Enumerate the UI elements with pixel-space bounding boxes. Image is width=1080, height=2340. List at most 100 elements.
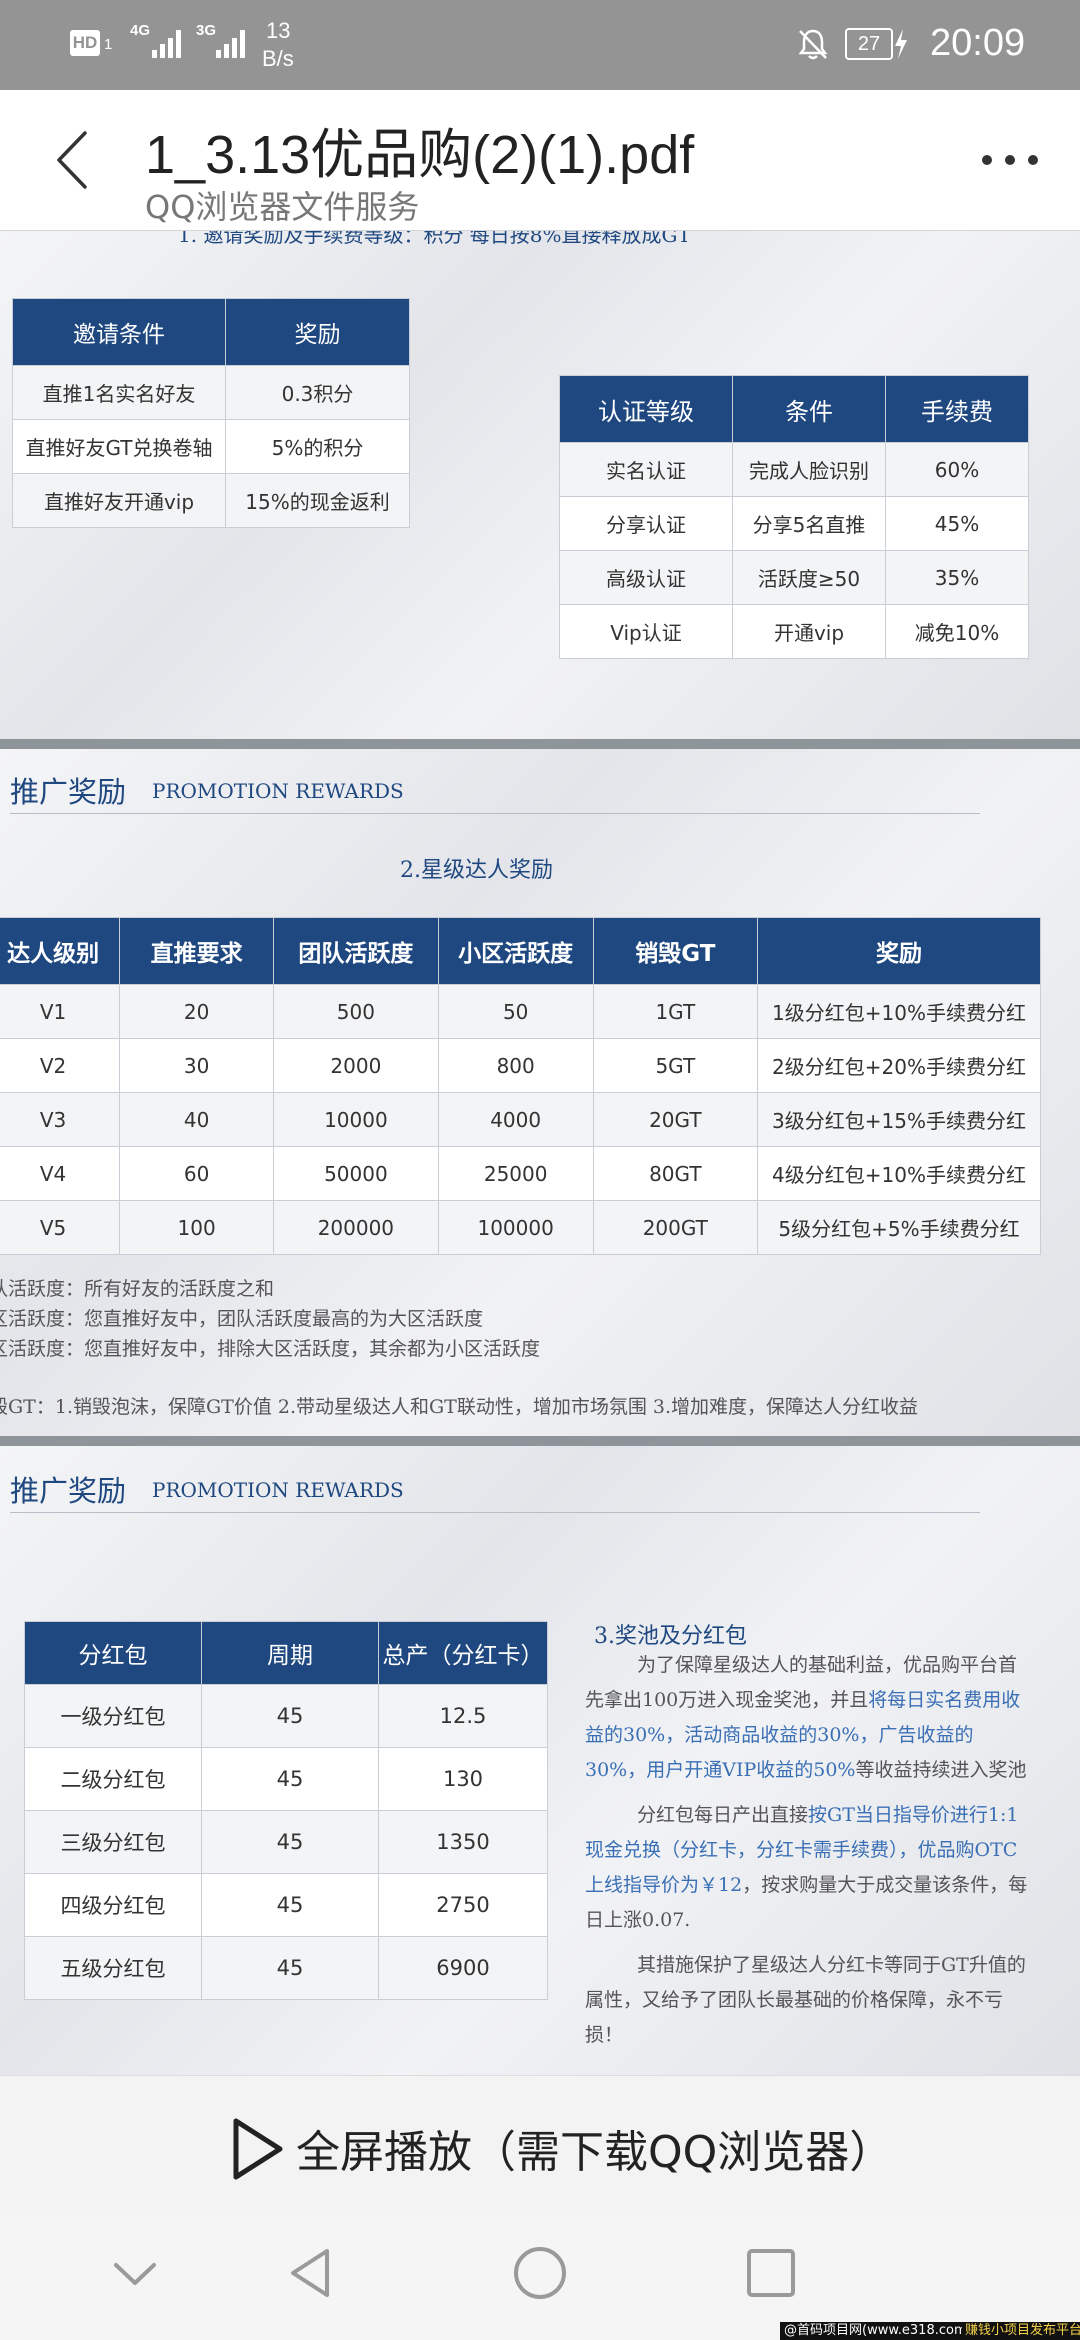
bonus-row: 二级分红包 45 130 <box>24 1747 548 1811</box>
invite-row: 直推好友开通vip 15%的现金返利 <box>12 473 410 528</box>
cert-row-cell: 60% <box>885 442 1029 497</box>
pdf-page-2: 推广奖励 PROMOTION REWARDS 2.星级达人奖励 达人级别 直推要求… <box>0 749 1080 1436</box>
section-underline <box>10 813 980 814</box>
star-row: V1 20 500 50 1GT 1级分红包+10%手续费分红 <box>0 984 1042 1039</box>
bonus-row: 一级分红包 45 12.5 <box>24 1684 548 1748</box>
star-row: V4 60 50000 25000 80GT 4级分红包+10%手续费分红 <box>0 1146 1042 1201</box>
fullscreen-play-label: 全屏播放（需下载QQ浏览器） <box>296 2127 894 2178</box>
app-header: 1_3.13优品购(2)(1).pdf QQ浏览器文件服务 <box>0 90 1080 231</box>
bonus-row-cell: 45 <box>201 1810 379 1874</box>
activity-note: 团队活跃度：所有好友的活跃度之和 <box>0 1278 275 1300</box>
invite-row-cell: 15%的现金返利 <box>225 473 410 528</box>
signal-bars-icon-2 <box>214 26 248 64</box>
invite-header-reward: 奖励 <box>225 298 410 366</box>
star-row-cell: 2000 <box>273 1038 439 1093</box>
bonus-row-cell: 45 <box>201 1684 379 1748</box>
star-row-cell: 25000 <box>437 1146 594 1201</box>
bonus-row-cell: 四级分红包 <box>24 1873 202 1937</box>
hd-indicator: HD <box>70 30 100 56</box>
nav-recents-button[interactable] <box>745 2247 797 2303</box>
star-row-cell: 1GT <box>592 984 758 1039</box>
bonus-row-cell: 6900 <box>378 1936 548 2000</box>
bonus-row: 五级分红包 45 6900 <box>24 1936 548 2000</box>
star-row-cell: 20GT <box>592 1092 758 1147</box>
section-title-en: PROMOTION REWARDS <box>152 779 404 803</box>
star-row-cell: 80GT <box>592 1146 758 1201</box>
star-header-cell: 小区活跃度 <box>437 917 594 985</box>
section-title-cn: 推广奖励 <box>10 775 127 809</box>
page-separator-2 <box>0 1436 1080 1446</box>
star-row-cell: 100 <box>119 1200 275 1255</box>
star-row-cell: V4 <box>0 1146 121 1201</box>
star-row-cell: V1 <box>0 984 121 1039</box>
cert-row-cell: Vip认证 <box>559 604 733 659</box>
invite-row-cell: 0.3积分 <box>225 365 410 420</box>
cert-row-cell: 开通vip <box>732 604 886 659</box>
bonus-header-output: 总产（分红卡） <box>378 1621 548 1685</box>
battery-icon: 27 <box>845 28 893 60</box>
pool-paragraph-1: 为了保障星级达人的基础利益，优品购平台首先拿出100万进入现金奖池，并且将每日实… <box>585 1648 1030 1788</box>
invite-row-cell: 直推好友GT兑换卷轴 <box>12 419 226 474</box>
star-row-cell: 5GT <box>592 1038 758 1093</box>
back-button[interactable] <box>45 125 105 195</box>
star-row-cell: 1级分红包+10%手续费分红 <box>756 984 1042 1039</box>
bonus-row-cell: 130 <box>378 1747 548 1811</box>
more-options-button[interactable] <box>975 145 1045 175</box>
signal-3g-label: 3G <box>196 22 217 39</box>
cert-row: 高级认证 活跃度≥50 35% <box>559 550 1029 605</box>
bonus-row: 三级分红包 45 1350 <box>24 1810 548 1874</box>
star-row-cell: 500 <box>273 984 439 1039</box>
star-header-cell: 销毁GT <box>592 917 758 985</box>
cert-row-cell: 分享5名直推 <box>732 496 886 551</box>
document-title: 1_3.13优品购(2)(1).pdf <box>145 125 695 185</box>
bonus-header-package: 分红包 <box>24 1621 202 1685</box>
pdf-page-1: 1. 邀请奖励及手续费等级：积分 每日按8%直接释放成GT 邀请条件 奖励 直推… <box>0 231 1080 739</box>
net-speed-value: 13 <box>266 18 291 43</box>
section-title-en-2: PROMOTION REWARDS <box>152 1478 404 1502</box>
invite-table: 邀请条件 奖励 直推1名实名好友 0.3积分 直推好友GT兑换卷轴 5%的积分 直推好友… <box>12 298 410 528</box>
play-icon <box>228 2116 288 2186</box>
invite-row: 直推好友GT兑换卷轴 5%的积分 <box>12 419 410 474</box>
status-bar: HD 1 4G 3G 13 B/s 27 20:09 <box>0 0 1080 90</box>
destroy-note: 销毁GT：1.销毁泡沫，保障GT价值 2.带动星级达人和GT联动性，增加市场氛围… <box>0 1396 919 1418</box>
collapse-chevron-icon[interactable] <box>110 2255 160 2299</box>
star-row-cell: 5级分红包+5%手续费分红 <box>756 1200 1042 1255</box>
star-row-cell: 800 <box>437 1038 594 1093</box>
cert-row-cell: 减免10% <box>885 604 1029 659</box>
star-row: V2 30 2000 800 5GT 2级分红包+20%手续费分红 <box>0 1038 1042 1093</box>
star-row-cell: V2 <box>0 1038 121 1093</box>
invite-row-cell: 直推好友开通vip <box>12 473 226 528</box>
bonus-row-cell: 12.5 <box>378 1684 548 1748</box>
mute-bell-icon <box>795 26 831 66</box>
nav-back-button[interactable] <box>285 2245 335 2305</box>
charging-icon <box>893 28 909 64</box>
pool-p1-c: 等收益持续进入奖池 <box>855 1759 1027 1781</box>
star-row-cell: 60 <box>119 1146 275 1201</box>
cert-header-condition: 条件 <box>732 375 886 443</box>
star-row-cell: 4级分红包+10%手续费分红 <box>756 1146 1042 1201</box>
star-row-cell: 30 <box>119 1038 275 1093</box>
nav-home-button[interactable] <box>512 2245 568 2305</box>
cert-row: Vip认证 开通vip 减免10% <box>559 604 1029 659</box>
cert-row-cell: 实名认证 <box>559 442 733 497</box>
cut-heading: 1. 邀请奖励及手续费等级：积分 每日按8%直接释放成GT <box>178 231 691 247</box>
clock: 20:09 <box>930 22 1026 64</box>
star-header-cell: 直推要求 <box>119 917 275 985</box>
pool-p2-a: 分红包每日产出直接 <box>637 1804 809 1826</box>
star-row-cell: 50000 <box>273 1146 439 1201</box>
notes-block: 团队活跃度：所有好友的活跃度之和大区活跃度：您直推好友中，团队活跃度最高的为大区… <box>0 1274 540 1364</box>
bonus-row-cell: 三级分红包 <box>24 1810 202 1874</box>
star-header-cell: 达人级别 <box>0 917 121 985</box>
invite-header-condition: 邀请条件 <box>12 298 226 366</box>
activity-note: 大区活跃度：您直推好友中，团队活跃度最高的为大区活跃度 <box>0 1308 484 1330</box>
system-nav-bar: @首码项目网(www.e318.com) 赚钱小项目发布平台 <box>0 2215 1080 2340</box>
fullscreen-play-bar[interactable]: 全屏播放（需下载QQ浏览器） <box>0 2075 1080 2216</box>
bonus-row-cell: 一级分红包 <box>24 1684 202 1748</box>
star-subheading: 2.星级达人奖励 <box>400 858 553 883</box>
star-row-cell: V3 <box>0 1092 121 1147</box>
bonus-header-cycle: 周期 <box>201 1621 379 1685</box>
star-row-cell: 20 <box>119 984 275 1039</box>
cert-header-level: 认证等级 <box>559 375 733 443</box>
cert-row-cell: 分享认证 <box>559 496 733 551</box>
bonus-table: 分红包 周期 总产（分红卡） 一级分红包 45 12.5 二级分红包 45 130 三级分红… <box>24 1621 548 2000</box>
